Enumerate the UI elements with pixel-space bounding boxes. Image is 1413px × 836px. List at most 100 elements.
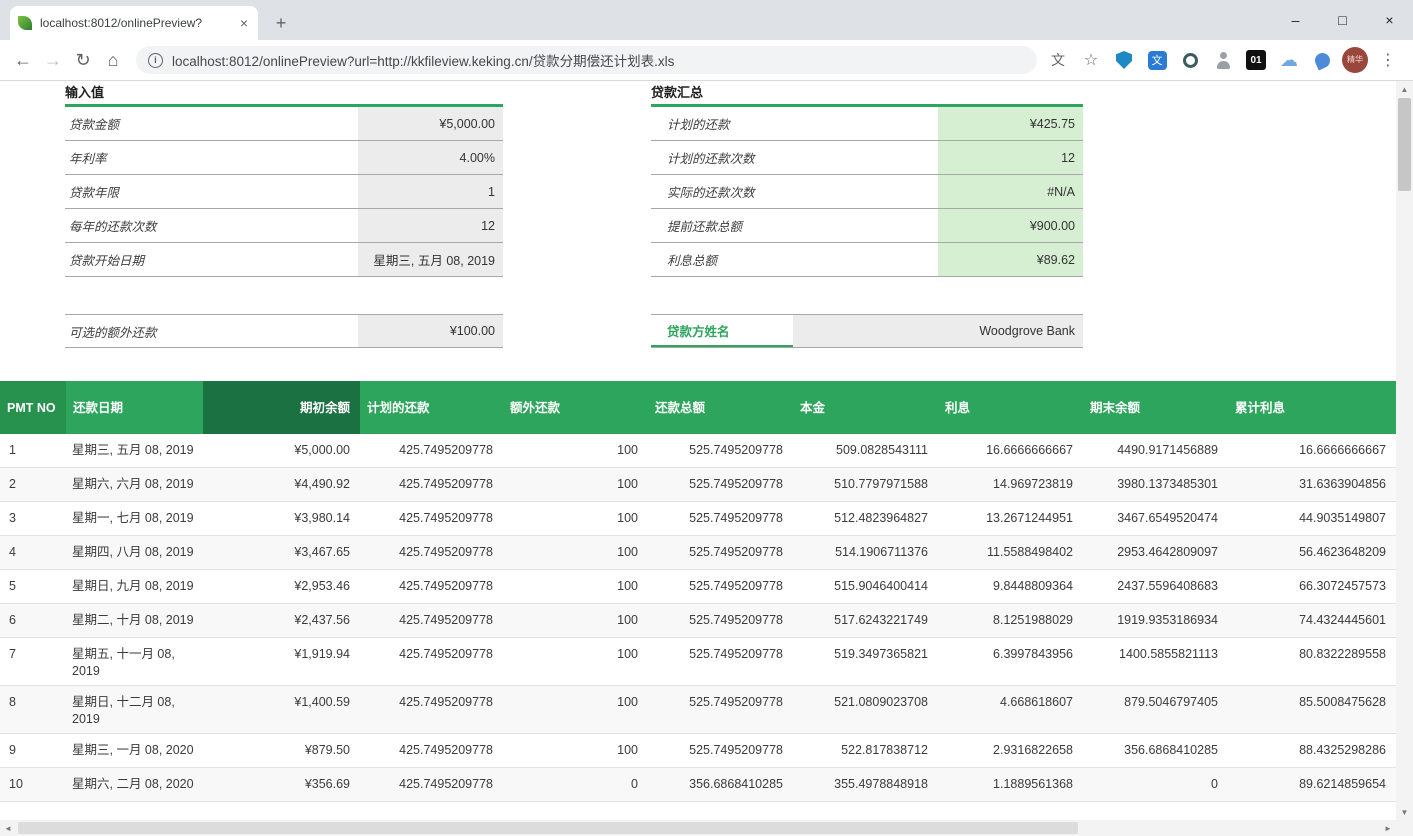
extension-cloud-icon[interactable]: ☁: [1276, 47, 1302, 73]
new-tab-button[interactable]: +: [268, 10, 294, 36]
refresh-icon[interactable]: ↻: [68, 45, 98, 75]
input-section: 输入值 贷款金额¥5,000.00年利率4.00%贷款年限1每年的还款次数12贷…: [65, 84, 503, 348]
profile-avatar[interactable]: 精华: [1342, 47, 1368, 73]
table-cell: 星期六, 二月 08, 2020: [66, 768, 203, 801]
input-row-value: ¥5,000.00: [358, 107, 503, 140]
maximize-button[interactable]: □: [1319, 0, 1366, 40]
table-cell: 100: [503, 638, 648, 685]
table-cell: 星期五, 十一月 08, 2019: [66, 638, 203, 685]
input-row-value: 1: [358, 175, 503, 208]
browser-tab[interactable]: localhost:8012/onlinePreview? ×: [10, 6, 258, 40]
table-cell: 510.7797971588: [793, 468, 938, 501]
table-cell: 16.6666666667: [938, 434, 1083, 467]
table-cell: 星期三, 一月 08, 2020: [66, 734, 203, 767]
table-cell: 425.7495209778: [360, 604, 503, 637]
url-text: localhost:8012/onlinePreview?url=http://…: [172, 50, 674, 70]
table-cell: ¥5,000.00: [203, 434, 360, 467]
extra-payment-label: 可选的额外还款: [65, 315, 358, 347]
tab-close-icon[interactable]: ×: [238, 15, 250, 31]
table-cell: 100: [503, 468, 648, 501]
home-icon[interactable]: ⌂: [98, 45, 128, 75]
schedule-header-cell: 期末余额: [1083, 381, 1228, 434]
translate-icon[interactable]: 文: [1045, 47, 1071, 73]
table-cell: 356.6868410285: [1083, 734, 1228, 767]
table-row: 7星期五, 十一月 08, 2019¥1,919.94425.749520977…: [0, 638, 1396, 686]
table-cell: 74.4324445601: [1228, 604, 1396, 637]
table-cell: ¥4,490.92: [203, 468, 360, 501]
table-cell: 356.6868410285: [648, 768, 793, 801]
scroll-up-icon[interactable]: ▲: [1396, 81, 1413, 97]
summary-row-label: 计划的还款次数: [651, 141, 938, 174]
table-cell: 4490.9171456889: [1083, 434, 1228, 467]
table-cell: 8: [0, 686, 66, 733]
table-cell: 星期六, 六月 08, 2019: [66, 468, 203, 501]
input-row-value: 星期三, 五月 08, 2019: [358, 243, 503, 276]
table-row: 10星期六, 二月 08, 2020¥356.69425.74952097780…: [0, 768, 1396, 802]
extension-translate-icon[interactable]: 文: [1144, 47, 1170, 73]
back-icon[interactable]: ←: [8, 45, 38, 75]
browser-window: localhost:8012/onlinePreview? × + – □ × …: [0, 0, 1413, 836]
table-cell: 1: [0, 434, 66, 467]
horizontal-scrollbar[interactable]: ◄ ►: [0, 820, 1396, 836]
table-cell: 519.3497365821: [793, 638, 938, 685]
extension-01-badge-icon[interactable]: 01: [1243, 47, 1269, 73]
browser-menu-icon[interactable]: ⋮: [1375, 47, 1401, 73]
input-row: 贷款金额¥5,000.00: [65, 107, 503, 141]
table-cell: 星期二, 十月 08, 2019: [66, 604, 203, 637]
table-cell: 9.8448809364: [938, 570, 1083, 603]
extension-ring-icon[interactable]: [1177, 47, 1203, 73]
table-cell: 31.6363904856: [1228, 468, 1396, 501]
table-cell: 星期日, 十二月 08, 2019: [66, 686, 203, 733]
table-row: 6星期二, 十月 08, 2019¥2,437.56425.7495209778…: [0, 604, 1396, 638]
table-cell: 525.7495209778: [648, 734, 793, 767]
table-cell: 89.6214859654: [1228, 768, 1396, 801]
table-row: 4星期四, 八月 08, 2019¥3,467.65425.7495209778…: [0, 536, 1396, 570]
extension-persona-icon[interactable]: [1210, 47, 1236, 73]
table-cell: ¥1,400.59: [203, 686, 360, 733]
table-cell: 425.7495209778: [360, 734, 503, 767]
scroll-down-icon[interactable]: ▼: [1396, 804, 1413, 820]
table-cell: 525.7495209778: [648, 468, 793, 501]
bookmark-star-icon[interactable]: ☆: [1078, 47, 1104, 73]
table-cell: 1919.9353186934: [1083, 604, 1228, 637]
schedule-header-cell: 额外还款: [503, 381, 648, 434]
table-cell: 13.2671244951: [938, 502, 1083, 535]
schedule-header-cell: 还款总额: [648, 381, 793, 434]
bird-shape: [1312, 50, 1332, 70]
extension-bird-icon[interactable]: [1309, 47, 1335, 73]
summary-row-value: ¥89.62: [938, 243, 1083, 276]
table-cell: 514.1906711376: [793, 536, 938, 569]
vertical-scroll-thumb[interactable]: [1398, 98, 1411, 191]
close-button[interactable]: ×: [1366, 0, 1413, 40]
table-cell: 100: [503, 502, 648, 535]
address-bar[interactable]: i localhost:8012/onlinePreview?url=http:…: [136, 46, 1037, 74]
table-cell: ¥1,919.94: [203, 638, 360, 685]
summary-row-value: #N/A: [938, 175, 1083, 208]
table-cell: 2: [0, 468, 66, 501]
table-cell: 425.7495209778: [360, 686, 503, 733]
table-cell: 355.4978848918: [793, 768, 938, 801]
table-cell: 425.7495209778: [360, 768, 503, 801]
input-row-value: 12: [358, 209, 503, 242]
table-cell: 3980.1373485301: [1083, 468, 1228, 501]
navigation-bar: ← → ↻ ⌂ i localhost:8012/onlinePreview?u…: [0, 40, 1413, 81]
table-cell: ¥879.50: [203, 734, 360, 767]
table-cell: 525.7495209778: [648, 570, 793, 603]
page-info-icon[interactable]: i: [148, 53, 163, 68]
scroll-right-icon[interactable]: ►: [1380, 820, 1396, 836]
vertical-scrollbar[interactable]: ▲ ▼: [1396, 81, 1413, 820]
table-cell: 879.5046797405: [1083, 686, 1228, 733]
table-cell: 525.7495209778: [648, 604, 793, 637]
table-cell: 3467.6549520474: [1083, 502, 1228, 535]
horizontal-scroll-thumb[interactable]: [18, 822, 1078, 834]
table-cell: 14.969723819: [938, 468, 1083, 501]
scroll-left-icon[interactable]: ◄: [0, 820, 16, 836]
ring-shape: [1183, 53, 1198, 68]
input-section-title: 输入值: [65, 84, 503, 104]
minimize-button[interactable]: –: [1272, 0, 1319, 40]
table-cell: 425.7495209778: [360, 434, 503, 467]
table-cell: 80.8322289558: [1228, 638, 1396, 685]
badge-01: 01: [1246, 50, 1266, 70]
extension-shield-icon[interactable]: [1111, 47, 1137, 73]
table-cell: 88.4325298286: [1228, 734, 1396, 767]
